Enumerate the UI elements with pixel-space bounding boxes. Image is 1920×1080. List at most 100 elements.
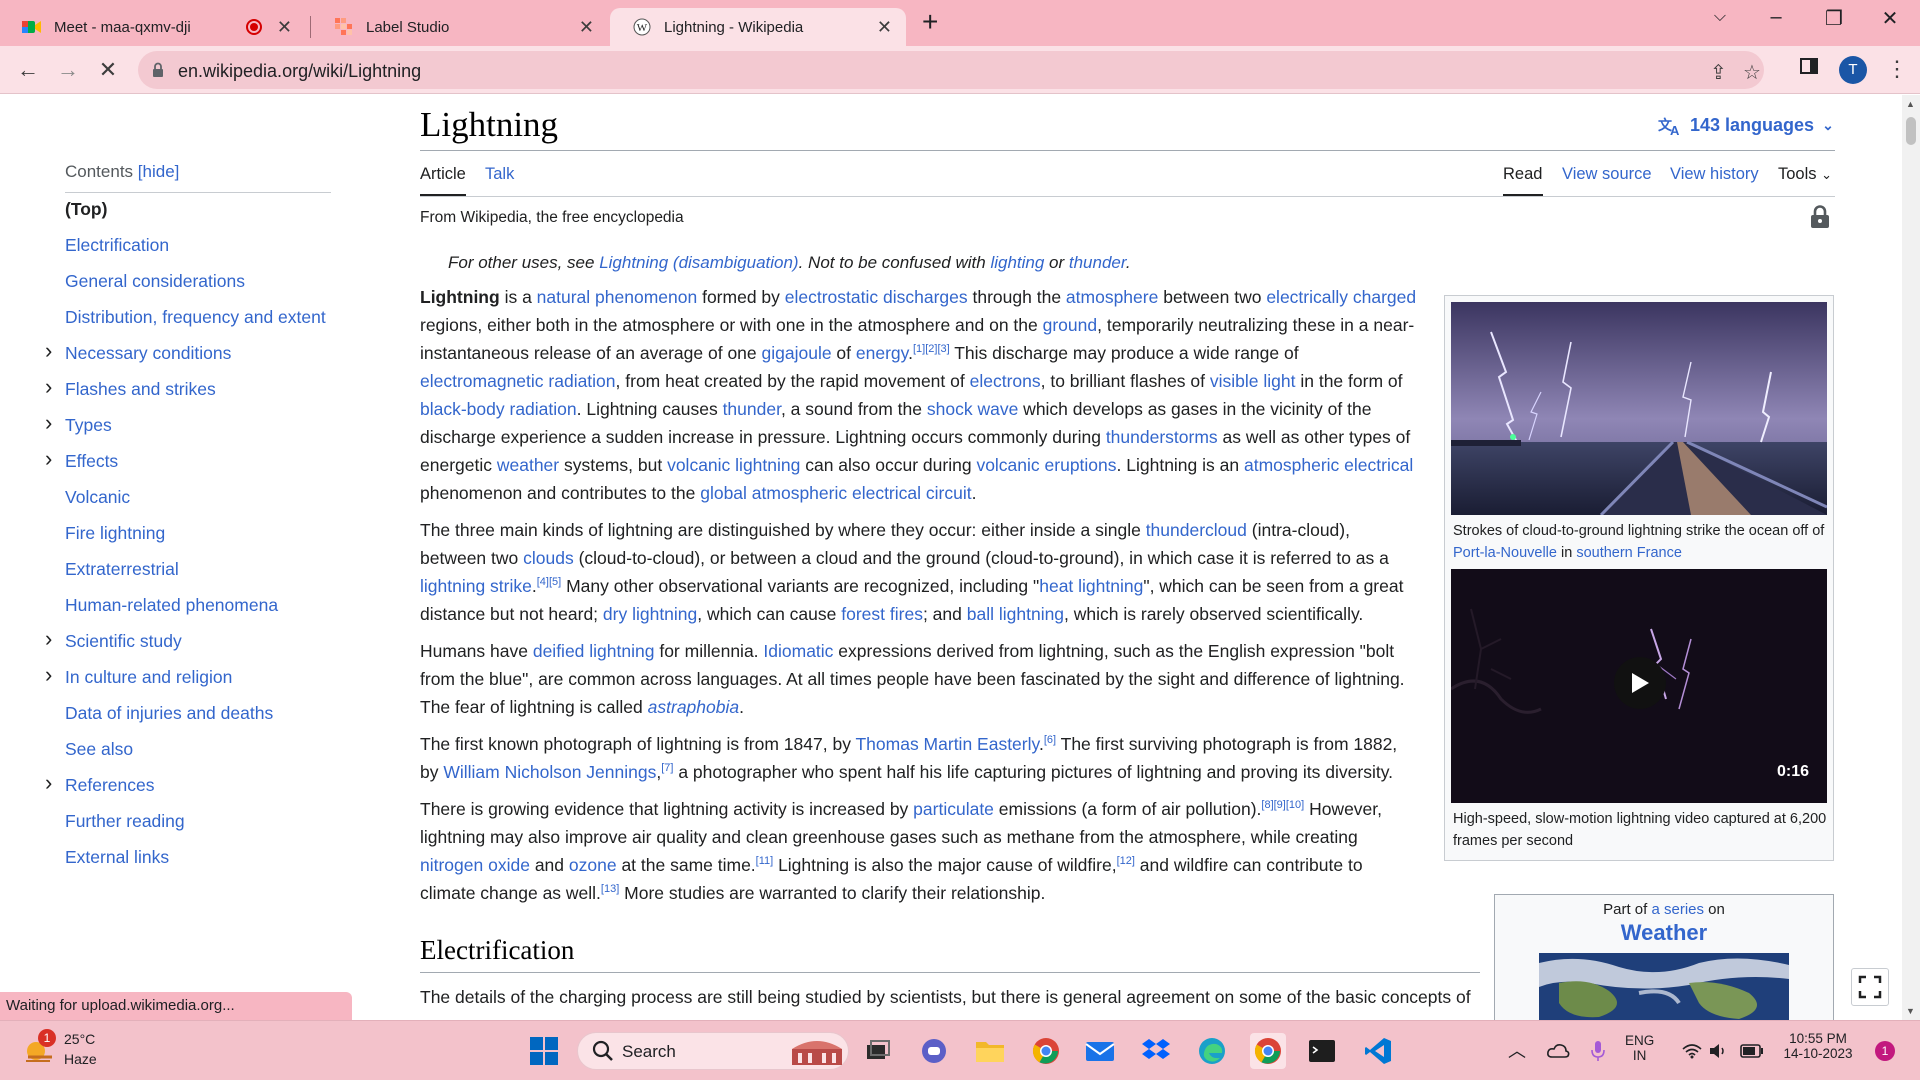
microphone-icon[interactable]: [1582, 1035, 1614, 1067]
show-hidden-icons-icon[interactable]: ︿: [1508, 1037, 1526, 1063]
close-tab-icon[interactable]: ✕: [877, 17, 892, 38]
toc-item[interactable]: See also: [65, 739, 133, 760]
maximize-button[interactable]: ❐: [1814, 6, 1854, 31]
wiki-link[interactable]: clouds: [523, 548, 574, 568]
tab-meet[interactable]: Meet - maa-qxmv-dji ✕: [0, 8, 306, 46]
weather-desc[interactable]: Haze: [64, 1051, 97, 1067]
toc-item[interactable]: › Scientific study: [45, 626, 182, 652]
cloud-icon[interactable]: [1542, 1035, 1574, 1067]
chevron-right-icon[interactable]: ›: [45, 626, 52, 652]
wiki-link[interactable]: volcanic lightning: [667, 455, 800, 475]
wiki-link[interactable]: weather: [497, 455, 559, 475]
wiki-link[interactable]: ball lightning: [967, 604, 1064, 624]
wiki-link[interactable]: energy: [856, 343, 908, 363]
chevron-right-icon[interactable]: ›: [45, 410, 52, 436]
toc-item[interactable]: Fire lightning: [65, 523, 165, 544]
tab-read[interactable]: Read: [1503, 165, 1542, 184]
tab-lightning-wikipedia[interactable]: W Lightning - Wikipedia ✕: [610, 8, 906, 46]
input-language[interactable]: ENG IN: [1625, 1033, 1654, 1063]
toc-item[interactable]: › Types: [45, 410, 112, 436]
tab-search-chevron-icon[interactable]: ⌵: [1700, 8, 1740, 26]
close-tab-icon[interactable]: ✕: [579, 17, 594, 38]
wiki-link[interactable]: Idiomatic: [763, 641, 833, 661]
tools-menu[interactable]: Tools ⌄: [1778, 165, 1832, 184]
language-selector[interactable]: 文A 143 languages ⌄: [1658, 115, 1834, 136]
windows-start-icon[interactable]: [528, 1035, 560, 1067]
wiki-link[interactable]: nitrogen oxide: [420, 855, 530, 875]
toc-item[interactable]: Human-related phenomena: [65, 595, 278, 616]
fullscreen-icon[interactable]: [1851, 968, 1889, 1006]
teams-chat-icon[interactable]: [918, 1035, 950, 1067]
wiki-link[interactable]: electrically charged: [1266, 287, 1416, 307]
toc-item[interactable]: › In culture and religion: [45, 662, 232, 688]
weather-globe-image[interactable]: [1539, 953, 1789, 1020]
toc-item[interactable]: General considerations: [65, 271, 245, 292]
back-arrow-icon[interactable]: ←: [12, 56, 44, 84]
toc-item[interactable]: Electrification: [65, 235, 169, 256]
wiki-link[interactable]: thunder: [723, 399, 781, 419]
wiki-link[interactable]: thundercloud: [1146, 520, 1247, 540]
citation-link[interactable]: [12]: [1117, 855, 1135, 867]
wiki-link[interactable]: forest fires: [841, 604, 923, 624]
tab-view-history[interactable]: View history: [1670, 165, 1759, 184]
notification-badge[interactable]: 1: [1875, 1041, 1895, 1061]
wiki-link[interactable]: natural phenomenon: [537, 287, 698, 307]
lightning-ocean-photo[interactable]: [1451, 302, 1827, 515]
toc-item[interactable]: Distribution, frequency and extent: [65, 307, 326, 328]
battery-icon[interactable]: [1736, 1035, 1768, 1067]
profile-avatar[interactable]: T: [1839, 56, 1867, 84]
wiki-link[interactable]: global atmospheric electrical circuit: [700, 483, 971, 503]
toc-item[interactable]: Extraterrestrial: [65, 559, 179, 580]
scroll-down-arrow-icon[interactable]: ▼: [1906, 1006, 1915, 1016]
close-tab-icon[interactable]: ✕: [277, 17, 292, 38]
tab-talk[interactable]: Talk: [485, 165, 514, 184]
series-link[interactable]: a series: [1651, 901, 1704, 918]
volume-icon[interactable]: [1702, 1035, 1734, 1067]
page-scrollbar[interactable]: ▲ ▼: [1902, 95, 1920, 1020]
toc-item[interactable]: Further reading: [65, 811, 185, 832]
hatnote-link[interactable]: lighting: [990, 253, 1044, 272]
clock[interactable]: 10:55 PM 14-10-2023: [1778, 1031, 1858, 1061]
chevron-right-icon[interactable]: ›: [45, 446, 52, 472]
hatnote-link[interactable]: thunder: [1069, 253, 1126, 272]
toc-item[interactable]: Volcanic: [65, 487, 130, 508]
citation-link[interactable]: [1][2][3]: [913, 343, 950, 355]
more-menu-icon[interactable]: ⋮: [1886, 56, 1908, 82]
wiki-link[interactable]: dry lightning: [603, 604, 697, 624]
wiki-link[interactable]: electrons: [970, 371, 1041, 391]
tab-article[interactable]: Article: [420, 165, 466, 184]
citation-link[interactable]: [13]: [601, 883, 619, 895]
wiki-link[interactable]: black-body radiation: [420, 399, 577, 419]
wiki-link[interactable]: shock wave: [927, 399, 1018, 419]
wiki-link[interactable]: electrostatic discharges: [785, 287, 968, 307]
hatnote-link[interactable]: Lightning (disambiguation): [599, 253, 798, 272]
toc-item[interactable]: External links: [65, 847, 169, 868]
play-button[interactable]: [1614, 657, 1666, 709]
edge-icon[interactable]: [1196, 1035, 1228, 1067]
chrome-icon[interactable]: [1030, 1035, 1062, 1067]
toc-item[interactable]: › References: [45, 770, 155, 796]
wiki-link[interactable]: Port-la-Nouvelle: [1453, 545, 1557, 561]
wiki-link[interactable]: atmospheric electrical: [1244, 455, 1413, 475]
mail-icon[interactable]: [1084, 1035, 1116, 1067]
citation-link[interactable]: [6]: [1044, 734, 1056, 746]
wiki-link[interactable]: deified lightning: [533, 641, 655, 661]
wiki-link[interactable]: astraphobia: [648, 697, 739, 717]
chevron-right-icon[interactable]: ›: [45, 662, 52, 688]
terminal-icon[interactable]: [1306, 1035, 1338, 1067]
address-bar[interactable]: en.wikipedia.org/wiki/Lightning ⇪ ☆: [138, 51, 1764, 89]
stop-loading-icon[interactable]: ✕: [92, 56, 124, 84]
chrome-active-icon[interactable]: [1250, 1033, 1286, 1069]
citation-link[interactable]: [11]: [756, 855, 774, 867]
wiki-link[interactable]: lightning strike: [420, 576, 532, 596]
toc-item[interactable]: Data of injuries and deaths: [65, 703, 273, 724]
tab-label-studio[interactable]: Label Studio ✕: [312, 8, 608, 46]
side-panel-icon[interactable]: [1800, 57, 1818, 81]
wiki-link[interactable]: southern France: [1576, 545, 1682, 561]
chevron-right-icon[interactable]: ›: [45, 770, 52, 796]
wiki-link[interactable]: ozone: [569, 855, 617, 875]
toc-item[interactable]: (Top): [65, 199, 107, 220]
toc-item[interactable]: › Flashes and strikes: [45, 374, 216, 400]
citation-link[interactable]: [8][9][10]: [1261, 799, 1304, 811]
wiki-link[interactable]: electromagnetic radiation: [420, 371, 616, 391]
